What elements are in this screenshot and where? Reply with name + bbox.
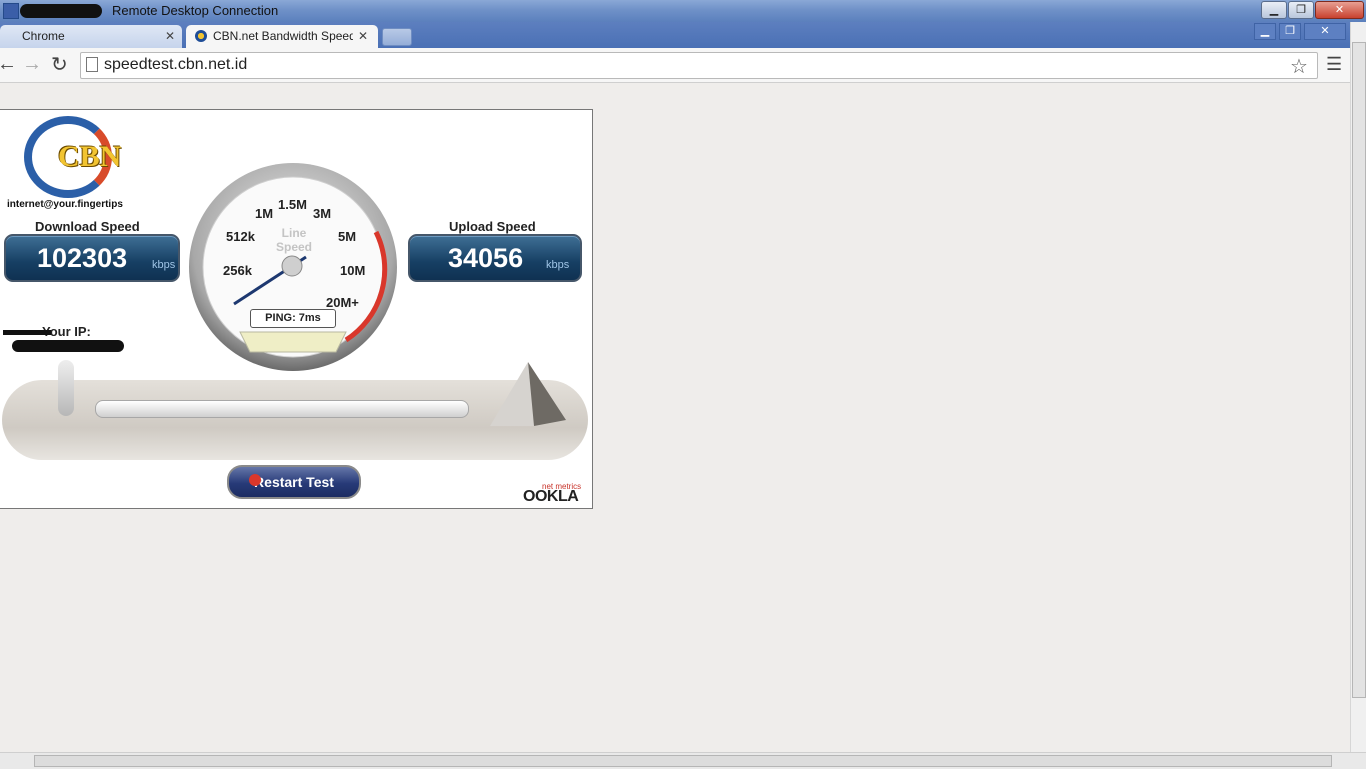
- horizontal-scroll-thumb[interactable]: [34, 755, 1332, 767]
- upload-label: Upload Speed: [449, 219, 536, 234]
- tab-chrome-close-icon[interactable]: ✕: [165, 25, 175, 47]
- bookmark-star-icon[interactable]: ☆: [1290, 54, 1308, 79]
- restart-test-button[interactable]: Restart Test: [227, 465, 361, 499]
- restart-icon: [249, 474, 261, 486]
- tab-chrome-label: Chrome: [22, 29, 65, 43]
- download-label: Download Speed: [35, 219, 140, 234]
- upload-box: 34056 kbps: [408, 234, 582, 282]
- tick-5m: 5M: [338, 229, 357, 244]
- tick-512k: 512k: [226, 229, 255, 244]
- speed-gauge: [189, 163, 397, 371]
- gauge-hub: [281, 255, 303, 277]
- address-bar[interactable]: [80, 52, 1318, 79]
- tick-1m: 1M: [255, 206, 274, 221]
- forward-icon[interactable]: →: [22, 53, 42, 76]
- upload-unit: kbps: [546, 259, 570, 271]
- tab-cbn[interactable]: CBN.net Bandwidth Speed Te ✕: [186, 25, 378, 48]
- tick-1-5m: 1.5M: [278, 197, 307, 212]
- rdp-window-title: Remote Desktop Connection: [112, 3, 279, 18]
- cbn-tagline: internet@your.fingertips: [7, 199, 123, 210]
- chrome-close-button[interactable]: ✕: [1304, 23, 1346, 40]
- tick-256k: 256k: [223, 263, 252, 278]
- ookla-logo: OOKLA: [523, 488, 579, 505]
- gauge-ping-window: [239, 331, 347, 353]
- cbn-logo-text: CBN: [58, 140, 122, 173]
- chrome-menu-icon[interactable]: ☰: [1326, 54, 1342, 75]
- url-text[interactable]: speedtest.cbn.net.id: [104, 56, 247, 74]
- restart-test-label: Restart Test: [254, 474, 334, 490]
- page-icon: [86, 57, 98, 72]
- tick-10m: 10M: [340, 263, 366, 278]
- chrome-restore-button[interactable]: ❐: [1279, 23, 1301, 40]
- tab-chrome[interactable]: Chrome ✕: [0, 25, 182, 48]
- transfer-tube: [95, 400, 469, 418]
- tab-cbn-close-icon[interactable]: ✕: [358, 25, 368, 47]
- cbn-favicon-icon: [195, 30, 207, 42]
- rdp-app-icon: [3, 3, 19, 19]
- redacted-host: [20, 4, 102, 18]
- rdp-close-button[interactable]: ✕: [1315, 1, 1364, 19]
- server-pyramid-icon: [490, 362, 566, 426]
- back-icon[interactable]: ←: [0, 53, 17, 76]
- redacted-ip: [12, 340, 124, 352]
- vertical-scroll-thumb[interactable]: [1352, 42, 1366, 698]
- rdp-minimize-button[interactable]: ▁: [1261, 1, 1287, 19]
- download-unit: kbps: [152, 259, 176, 271]
- chrome-minimize-button[interactable]: ▁: [1254, 23, 1276, 40]
- user-figure-icon: [58, 360, 74, 416]
- speedtest-panel: CBN internet@your.fingertips Download Sp…: [0, 109, 593, 509]
- download-value: 102303: [37, 243, 128, 273]
- tick-20m: 20M+: [326, 295, 359, 310]
- upload-value: 34056: [448, 243, 524, 273]
- rdp-restore-button[interactable]: ❐: [1288, 1, 1314, 19]
- gauge-title: Line Speed: [275, 226, 312, 254]
- new-tab-button[interactable]: [382, 28, 412, 46]
- tick-3m: 3M: [313, 206, 332, 221]
- tab-cbn-label: CBN.net Bandwidth Speed Te: [213, 29, 353, 43]
- redacted-mark: [3, 330, 51, 335]
- download-box: 102303 kbps: [4, 234, 180, 282]
- reload-icon[interactable]: ↻: [51, 52, 68, 77]
- ping-readout: PING: 7ms: [250, 309, 336, 328]
